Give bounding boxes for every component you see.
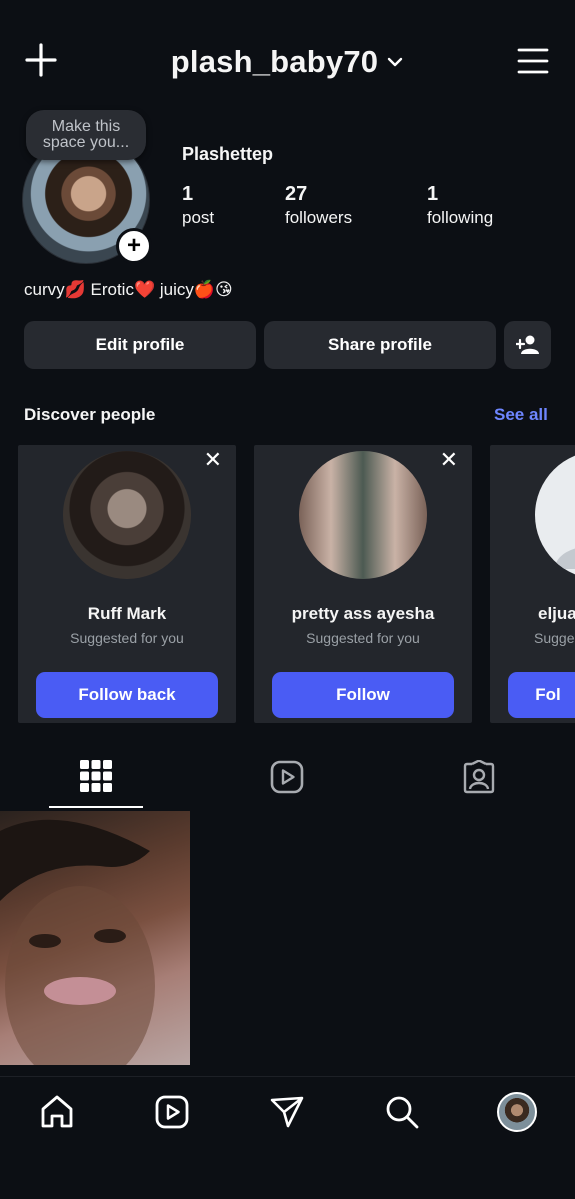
suggestion-name: eljua — [538, 604, 575, 623]
menu-button[interactable] — [516, 44, 550, 78]
note-line-1: Make this — [51, 118, 121, 135]
home-icon — [41, 1095, 73, 1128]
account-switcher[interactable]: plash_baby70 — [0, 40, 575, 84]
follow-back-button[interactable]: Follow back — [36, 672, 218, 718]
posts-count: 1 — [182, 183, 194, 205]
follow-button[interactable]: Fol — [508, 672, 575, 718]
username-title: plash_baby70 — [170, 44, 379, 79]
see-all-link[interactable]: See all — [494, 405, 548, 425]
suggestion-card[interactable]: ✕ pretty ass ayesha Suggested for you Fo… — [254, 445, 472, 723]
note-bubble[interactable]: Make this space you... — [26, 110, 146, 160]
post-image — [0, 819, 155, 1065]
tab-reels[interactable] — [270, 760, 304, 799]
nav-search[interactable] — [382, 1092, 422, 1132]
followers-count: 27 — [285, 183, 308, 205]
suggestion-card[interactable]: ✕ Ruff Mark Suggested for you Follow bac… — [18, 445, 236, 723]
followers-stat[interactable]: 27 followers — [285, 182, 352, 228]
close-icon[interactable]: ✕ — [440, 447, 458, 473]
active-tab-indicator — [49, 806, 143, 808]
suggestion-avatar — [299, 451, 427, 579]
search-icon — [386, 1096, 419, 1129]
nav-home[interactable] — [37, 1092, 77, 1132]
posts-label: post — [182, 208, 215, 227]
tagged-person-icon — [463, 759, 495, 794]
hamburger-menu-icon — [517, 48, 549, 74]
suggestion-card[interactable]: eljua Sugge Fol — [490, 445, 575, 723]
suggestion-avatar — [63, 451, 191, 579]
tab-posts-grid[interactable] — [78, 758, 114, 799]
following-stat[interactable]: 1 following — [427, 182, 493, 228]
note-line-2: space you... — [42, 134, 130, 151]
chevron-down-icon — [388, 57, 403, 67]
bio-text: curvy💋 Erotic❤️ juicy🍎😘 — [24, 280, 233, 299]
nav-profile-avatar[interactable] — [497, 1092, 537, 1132]
suggestion-subtitle: Suggested for you — [70, 630, 184, 646]
plus-icon: + — [126, 232, 141, 259]
grid-icon — [80, 760, 112, 792]
edit-profile-button[interactable]: Edit profile — [24, 321, 256, 369]
post-thumbnail[interactable] — [0, 811, 190, 1065]
nav-reels[interactable] — [152, 1092, 192, 1132]
suggestion-name: Ruff Mark — [87, 604, 167, 623]
send-icon — [270, 1096, 304, 1128]
posts-stat[interactable]: 1 post — [182, 182, 214, 228]
share-profile-button[interactable]: Share profile — [264, 321, 496, 369]
close-icon[interactable]: ✕ — [204, 447, 222, 473]
reels-icon — [155, 1095, 189, 1129]
display-name: Plashettep — [182, 144, 274, 164]
suggestion-subtitle: Suggested for you — [306, 630, 420, 646]
tab-tagged[interactable] — [462, 759, 496, 799]
add-story-button[interactable]: + — [116, 228, 152, 264]
suggestion-name: pretty ass ayesha — [291, 604, 435, 623]
nav-messages[interactable] — [267, 1092, 307, 1132]
following-count: 1 — [427, 183, 439, 205]
suggestion-subtitle: Sugge — [534, 630, 575, 646]
discover-people-button[interactable] — [504, 321, 551, 369]
reels-icon — [270, 760, 304, 794]
follow-button[interactable]: Follow — [272, 672, 454, 718]
default-avatar-icon — [555, 548, 575, 569]
followers-label: followers — [285, 208, 353, 227]
add-person-icon — [515, 335, 539, 354]
discover-people-title: Discover people — [24, 405, 156, 424]
suggestion-avatar — [535, 451, 575, 579]
following-label: following — [427, 208, 494, 227]
